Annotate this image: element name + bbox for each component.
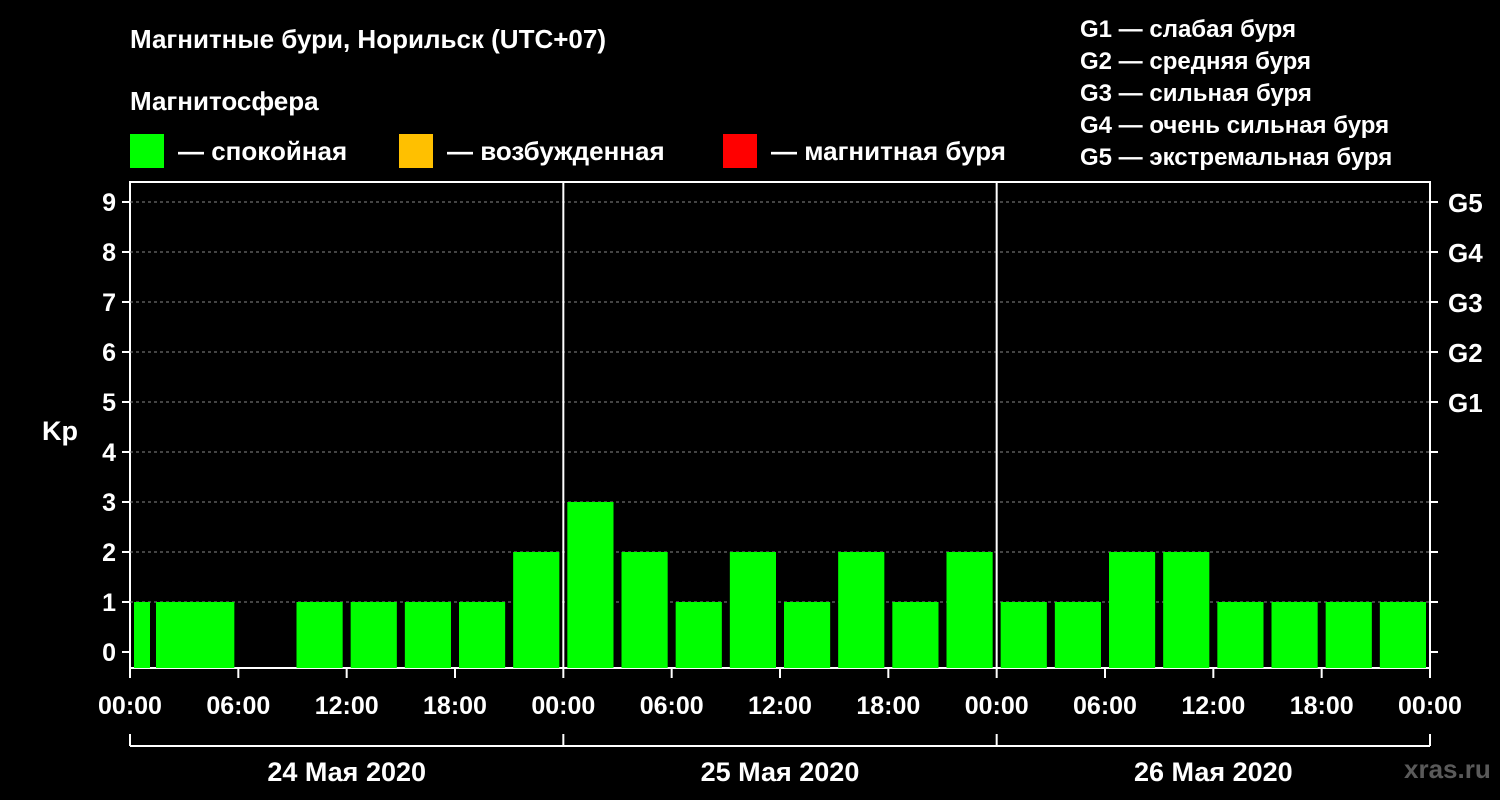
y-tick-label: 5 (102, 389, 116, 417)
kp-bar (784, 602, 831, 668)
kp-bar-chart: 0 1 2 3 4 5 6 7 8 9 G1 G2 G3 G4 G5 Kp 00:00 06:00 12:00 18:… (42, 181, 1483, 787)
kp-bar (296, 602, 343, 668)
y-tick-label: 3 (102, 489, 116, 517)
x-tick-label: 18:00 (423, 692, 487, 720)
kp-bar (838, 552, 885, 668)
kp-bar (459, 602, 506, 668)
day-label: 26 Мая 2020 (1134, 757, 1293, 787)
kp-bar (946, 552, 993, 668)
y-tick-label: 9 (102, 189, 116, 217)
kp-bar (1163, 552, 1210, 668)
x-tick-label: 06:00 (640, 692, 704, 720)
y-tick-label: 2 (102, 539, 116, 567)
right-tick-label: G4 (1448, 238, 1483, 268)
right-tick-label: G3 (1448, 288, 1483, 318)
right-tick-label: G1 (1448, 388, 1483, 418)
plot-frame (129, 181, 1431, 669)
kp-bar (1379, 602, 1426, 668)
kp-bar (729, 552, 776, 668)
kp-bar (1054, 602, 1101, 668)
kp-bar (1109, 552, 1156, 668)
x-tick-label: 12:00 (1181, 692, 1245, 720)
day-label: 24 Мая 2020 (267, 757, 426, 787)
kp-bar (513, 552, 560, 668)
x-tick-label: 00:00 (98, 692, 162, 720)
kp-bar (1271, 602, 1318, 668)
x-tick-label: 00:00 (1398, 692, 1462, 720)
x-tick-label: 00:00 (965, 692, 1029, 720)
kp-bar (156, 602, 235, 668)
y-tick-label: 4 (102, 439, 116, 467)
day-label: 25 Мая 2020 (701, 757, 860, 787)
x-tick-label: 12:00 (315, 692, 379, 720)
kp-bar (621, 552, 668, 668)
y-tick-label: 1 (102, 589, 116, 617)
kp-bar (892, 602, 939, 668)
kp-bar (675, 602, 722, 668)
kp-bar (1217, 602, 1264, 668)
y-tick-label: 6 (102, 339, 116, 367)
kp-bar (404, 602, 451, 668)
x-tick-label: 18:00 (856, 692, 920, 720)
x-tick-label: 18:00 (1290, 692, 1354, 720)
watermark: xras.ru (1404, 754, 1491, 784)
right-tick-label: G5 (1448, 188, 1483, 218)
kp-bar (134, 602, 150, 668)
x-tick-label: 06:00 (206, 692, 270, 720)
y-tick-label: 7 (102, 289, 116, 317)
kp-bar (350, 602, 397, 668)
y-tick-label: 0 (102, 639, 116, 667)
right-tick-label: G2 (1448, 338, 1483, 368)
x-tick-label: 12:00 (748, 692, 812, 720)
kp-bar (1325, 602, 1372, 668)
kp-bar (567, 502, 614, 668)
x-tick-label: 06:00 (1073, 692, 1137, 720)
kp-bar (1000, 602, 1047, 668)
x-tick-label: 00:00 (531, 692, 595, 720)
y-axis-label: Kp (42, 416, 78, 446)
y-tick-label: 8 (102, 239, 116, 267)
